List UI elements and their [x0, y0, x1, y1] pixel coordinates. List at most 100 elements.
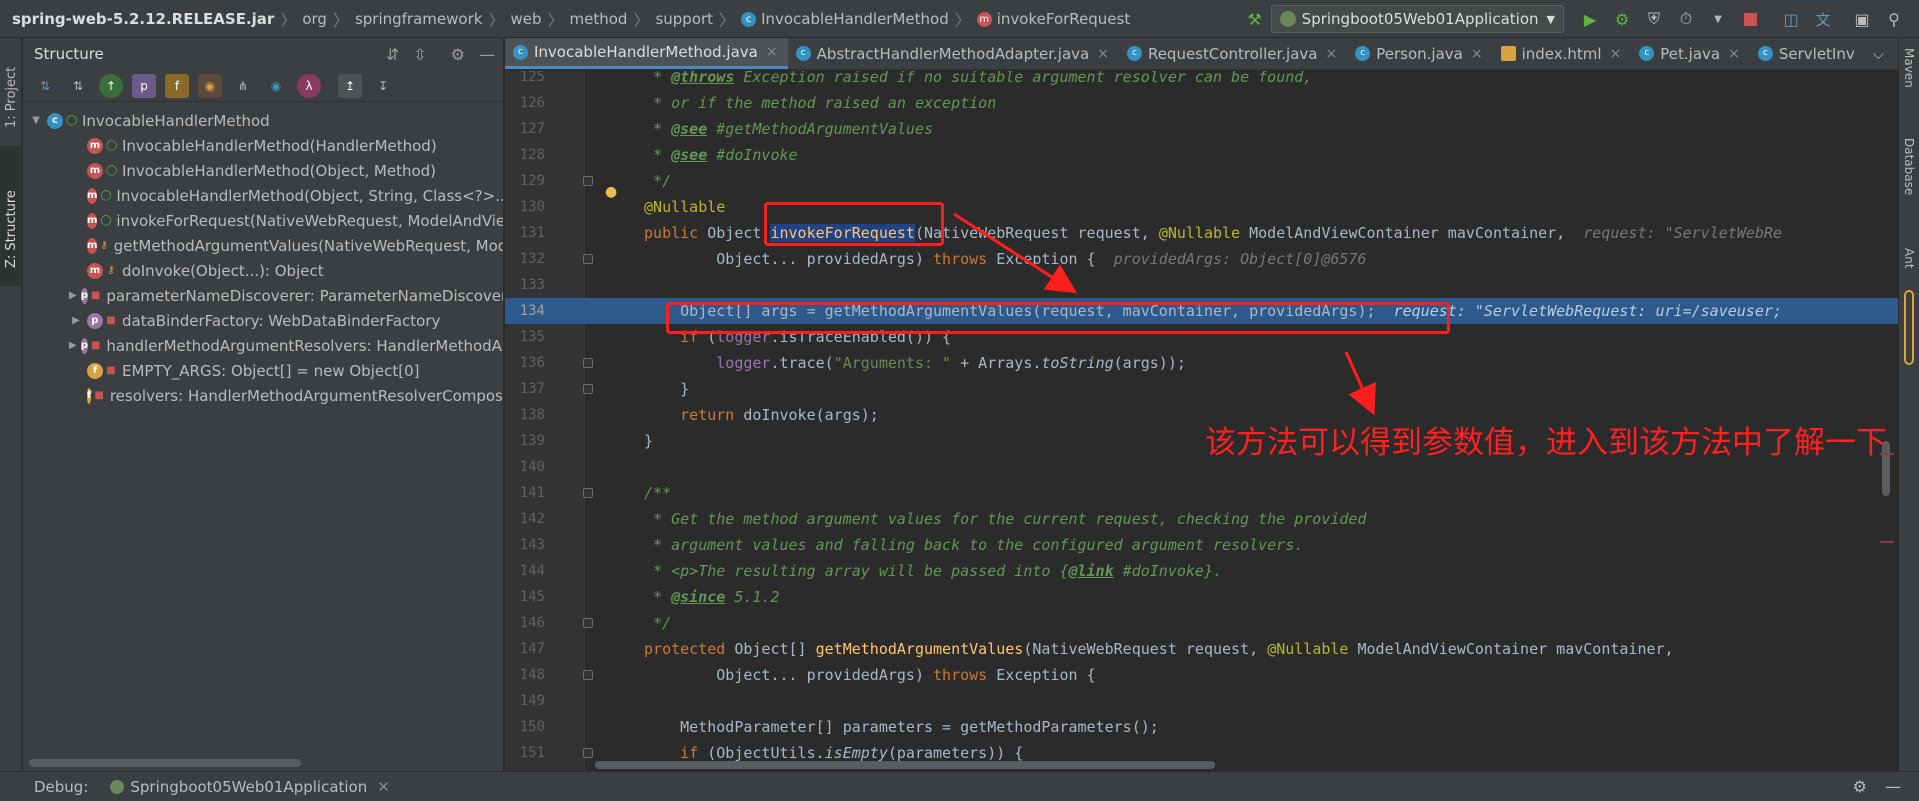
- code-editor[interactable]: 125 * @throws Exception raised if no sui…: [505, 71, 1898, 771]
- code-line[interactable]: 125 * @throws Exception raised if no sui…: [505, 71, 1898, 90]
- autoscroll-to-source-icon[interactable]: ↥: [338, 73, 362, 98]
- show-lambdas-icon[interactable]: λ: [297, 73, 321, 98]
- breadcrumb-item[interactable]: spring-web-5.2.12.RELEASE.jar: [12, 10, 274, 28]
- code-line[interactable]: 148 Object... providedArgs) throws Excep…: [505, 662, 1898, 688]
- code-line[interactable]: 141 /**: [505, 480, 1898, 506]
- code-line[interactable]: 126 * or if the method raised an excepti…: [505, 90, 1898, 116]
- code-line[interactable]: 150 MethodParameter[] parameters = getMe…: [505, 714, 1898, 740]
- collapse-all-icon[interactable]: ⇳: [413, 45, 426, 64]
- editor-tab[interactable]: index.html ×: [1493, 38, 1632, 69]
- fold-marker-icon[interactable]: [583, 488, 593, 498]
- build-hammer-icon[interactable]: ⚒: [1242, 6, 1268, 32]
- code-line[interactable]: 130 @Nullable: [505, 194, 1898, 220]
- minimize-icon[interactable]: —: [1885, 777, 1901, 796]
- debug-session-tab[interactable]: Springboot05Web01Application ✕: [110, 778, 390, 796]
- code-line[interactable]: 145 * @since 5.1.2: [505, 584, 1898, 610]
- code-line[interactable]: 136 logger.trace("Arguments: " + Arrays.…: [505, 350, 1898, 376]
- show-non-public-icon[interactable]: ◉: [198, 73, 222, 98]
- inspection-ok-icon[interactable]: ✓: [1880, 71, 1892, 73]
- tree-item[interactable]: ▶ p ■ handlerMethodArgumentResolvers: Handl…: [23, 333, 503, 358]
- show-inherited-icon[interactable]: ↑: [99, 73, 123, 98]
- profile-icon[interactable]: ⏱: [1673, 6, 1699, 32]
- code-line[interactable]: 127 * @see #getMethodArgumentValues: [505, 116, 1898, 142]
- tree-item[interactable]: m ◯ InvocableHandlerMethod(HandlerMethod): [23, 133, 503, 158]
- structure-tool-tab[interactable]: Z: Structure: [0, 148, 22, 288]
- show-anonymous-icon[interactable]: ⋔: [231, 74, 255, 98]
- expand-all-icon[interactable]: ⇵: [386, 45, 399, 64]
- debug-icon[interactable]: ⚙: [1609, 6, 1635, 32]
- code-line[interactable]: 137 }: [505, 376, 1898, 402]
- tree-item[interactable]: m ⚷ doInvoke(Object...): Object: [23, 258, 503, 283]
- code-line[interactable]: 147 protected Object[] getMethodArgument…: [505, 636, 1898, 662]
- editor-tab[interactable]: c InvocableHandlerMethod.java ×: [505, 38, 788, 69]
- search-icon[interactable]: ⚲: [1881, 6, 1907, 32]
- show-interfaces-icon[interactable]: ◉: [264, 74, 288, 98]
- close-icon[interactable]: ×: [1610, 46, 1622, 62]
- sort-visibility-icon[interactable]: ⇅: [66, 74, 90, 98]
- editor-tab[interactable]: c AbstractHandlerMethodAdapter.java ×: [788, 38, 1119, 69]
- fold-marker-icon[interactable]: [583, 358, 593, 368]
- tree-item[interactable]: ▶ p ■ parameterNameDiscoverer: ParameterNam…: [23, 283, 503, 308]
- fold-marker-icon[interactable]: [583, 670, 593, 680]
- breadcrumb-item[interactable]: method: [570, 10, 628, 28]
- breadcrumb-item[interactable]: support: [655, 10, 713, 28]
- breadcrumb-item[interactable]: org: [302, 10, 327, 28]
- editor-tab[interactable]: c Pet.java ×: [1631, 38, 1750, 69]
- code-line[interactable]: 133: [505, 272, 1898, 298]
- close-icon[interactable]: ✕: [377, 778, 390, 796]
- sort-alpha-icon[interactable]: ⇅: [33, 74, 57, 98]
- tree-item[interactable]: m ◯ InvocableHandlerMethod(Object, Method): [23, 158, 503, 183]
- stop-icon[interactable]: [1737, 6, 1763, 32]
- intention-bulb-icon[interactable]: ●: [605, 184, 617, 200]
- run-icon[interactable]: ▶: [1577, 6, 1603, 32]
- horizontal-scrollbar[interactable]: [29, 759, 301, 767]
- tree-item[interactable]: f ■ resolvers: HandlerMethodArgumentResolv…: [23, 383, 503, 408]
- code-line[interactable]: 149: [505, 688, 1898, 714]
- tree-item[interactable]: m ◯ InvocableHandlerMethod(Object, String,…: [23, 183, 503, 208]
- code-line[interactable]: 129 */: [505, 168, 1898, 194]
- close-icon[interactable]: ×: [1471, 46, 1483, 62]
- code-line[interactable]: 143 * argument values and falling back t…: [505, 532, 1898, 558]
- breadcrumb-item[interactable]: web: [510, 10, 541, 28]
- horizontal-scrollbar[interactable]: [595, 761, 1215, 769]
- breadcrumb-item[interactable]: springframework: [355, 10, 482, 28]
- run-configuration-select[interactable]: Springboot05Web01Application ▼: [1270, 5, 1564, 33]
- error-stripe-marker[interactable]: [1880, 541, 1894, 543]
- fold-marker-icon[interactable]: [583, 176, 593, 186]
- chevron-right-icon[interactable]: ▶: [69, 315, 83, 326]
- gear-icon[interactable]: ⚙: [451, 45, 465, 64]
- tree-item[interactable]: ▶ p ■ dataBinderFactory: WebDataBinderFacto…: [23, 308, 503, 333]
- coverage-icon[interactable]: ⛨: [1641, 6, 1667, 32]
- fold-marker-icon[interactable]: [583, 748, 593, 758]
- tree-item[interactable]: f ■ EMPTY_ARGS: Object[] = new Object[0]: [23, 358, 503, 383]
- code-line[interactable]: 144 * <p>The resulting array will be pas…: [505, 558, 1898, 584]
- chevron-right-icon[interactable]: ▶: [69, 290, 77, 301]
- code-line[interactable]: 131 public Object invokeForRequest(Nativ…: [505, 220, 1898, 246]
- close-icon[interactable]: ×: [1728, 46, 1740, 62]
- breadcrumb-item[interactable]: m invokeForRequest: [976, 10, 1130, 28]
- editor-tab[interactable]: c Person.java ×: [1347, 38, 1492, 69]
- more-run-dropdown-icon[interactable]: ▼: [1705, 6, 1731, 32]
- editor-tab[interactable]: c RequestController.java ×: [1119, 38, 1347, 69]
- code-line[interactable]: 146 */: [505, 610, 1898, 636]
- fold-marker-icon[interactable]: [583, 618, 593, 628]
- translate-icon[interactable]: 文: [1810, 6, 1836, 32]
- presentation-mode-icon[interactable]: ▣: [1849, 6, 1875, 32]
- autoscroll-from-source-icon[interactable]: ↧: [371, 74, 395, 98]
- editor-tab[interactable]: c ServletInv: [1750, 38, 1865, 69]
- chevron-right-icon[interactable]: ▶: [69, 340, 77, 351]
- breadcrumb-item[interactable]: c InvocableHandlerMethod: [741, 10, 949, 28]
- code-line[interactable]: 128 * @see #doInvoke: [505, 142, 1898, 168]
- chevron-down-icon[interactable]: ▼: [29, 115, 43, 126]
- close-icon[interactable]: ×: [1326, 46, 1338, 62]
- fold-marker-icon[interactable]: [583, 254, 593, 264]
- close-icon[interactable]: ×: [1097, 46, 1109, 62]
- tree-item[interactable]: m ⚷ getMethodArgumentValues(NativeWebReque…: [23, 233, 503, 258]
- code-line[interactable]: 132 Object... providedArgs) throws Excep…: [505, 246, 1898, 272]
- show-fields-icon[interactable]: f: [165, 73, 189, 98]
- gear-icon[interactable]: ⚙: [1853, 777, 1867, 796]
- memory-indicator[interactable]: [1904, 290, 1914, 365]
- tree-item[interactable]: m ◯ invokeForRequest(NativeWebRequest, Mod…: [23, 208, 503, 233]
- tree-root[interactable]: ▼ c ◯ InvocableHandlerMethod: [23, 108, 503, 133]
- tabs-overflow-icon[interactable]: ⌵: [1865, 38, 1894, 69]
